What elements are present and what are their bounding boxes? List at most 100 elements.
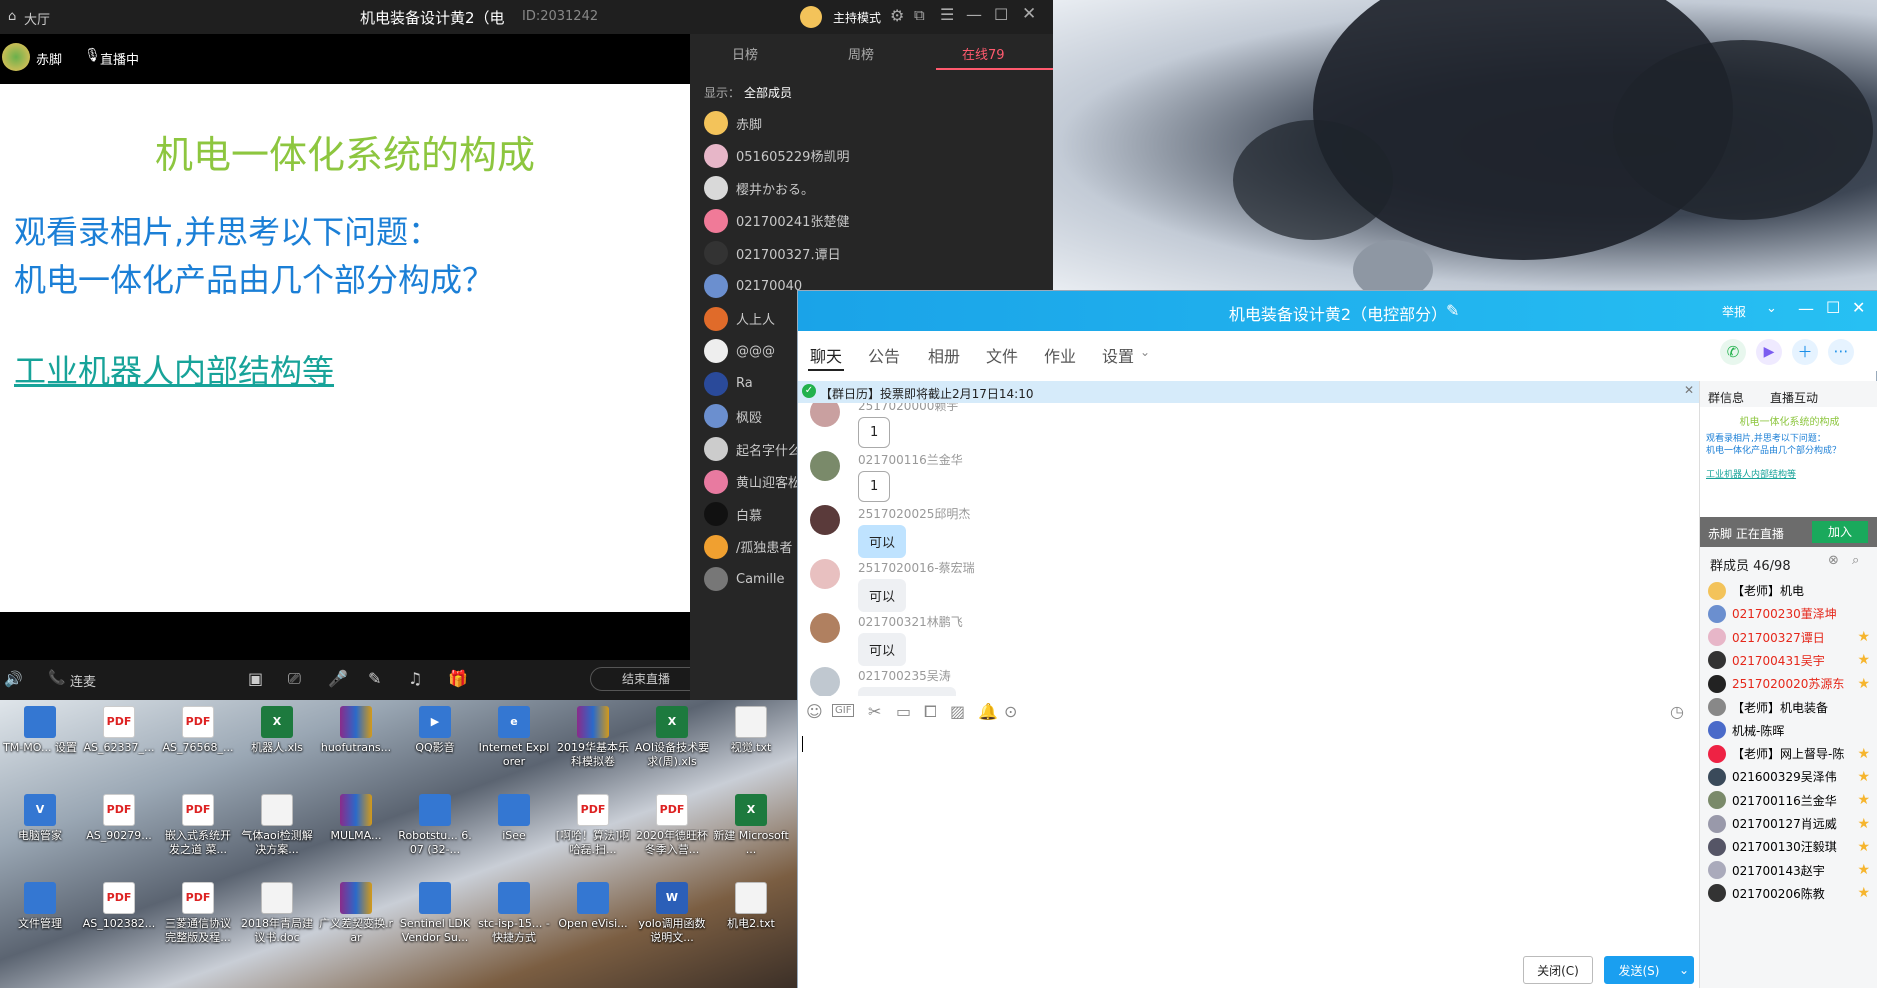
group-member-item[interactable]: 021600329吴泽伟 ★ <box>1708 765 1874 788</box>
image-icon[interactable]: ▨ <box>950 702 965 721</box>
minimize-icon[interactable]: — <box>1798 299 1814 318</box>
desktop-icon[interactable]: e Internet Explorer <box>476 702 552 782</box>
group-member-item[interactable]: 021700431吴宇 ★ <box>1708 649 1874 672</box>
maximize-icon[interactable]: ☐ <box>994 5 1008 24</box>
popout-icon[interactable]: ⧉ <box>914 6 925 24</box>
member-filter-icon[interactable]: ⊗ <box>1828 553 1839 568</box>
desktop-icon[interactable]: Sentinel LDK Vendor Su... <box>397 878 473 958</box>
desktop-icon[interactable]: 广义差契变换.rar <box>318 878 394 958</box>
message-bubble[interactable]: 1 <box>858 417 891 448</box>
desktop-icon[interactable]: stc-isp-15... - 快捷方式 <box>476 878 552 958</box>
group-member-item[interactable]: 021700327谭日 ★ <box>1708 626 1874 649</box>
history-icon[interactable]: ◷ <box>1670 702 1684 721</box>
search-icon[interactable]: ⌕ <box>1852 553 1859 568</box>
report-link[interactable]: 举报 <box>1722 303 1746 320</box>
screen-share-icon[interactable]: ⎚ <box>288 669 301 689</box>
avatar[interactable] <box>810 505 840 535</box>
sender-name[interactable]: 2517020000赖宇 <box>858 403 958 414</box>
group-member-item[interactable]: 021700230董泽坤 <box>1708 602 1874 625</box>
group-member-item[interactable]: 021700206陈教 ★ <box>1708 882 1874 905</box>
sender-name[interactable]: 2517020025邱明杰 <box>858 505 970 522</box>
desktop-icon[interactable]: 气体aoi检测解决方案... <box>239 790 315 870</box>
desktop-icon[interactable]: V 电脑管家 <box>2 790 78 870</box>
tab-live-interaction[interactable]: 直播互动 <box>1770 389 1818 406</box>
sender-name[interactable]: 021700321林鹏飞 <box>858 613 963 630</box>
minimize-icon[interactable]: — <box>966 5 982 24</box>
desktop-icon[interactable]: PDF 三菱通信协议完整版及程... <box>160 878 236 958</box>
desktop-icon[interactable]: 视觉.txt <box>713 702 789 782</box>
host-mode[interactable]: 主持模式 <box>833 9 881 26</box>
dropdown-icon[interactable]: ⌄ <box>1766 301 1777 316</box>
desktop-icon[interactable]: TM-MO... 设置 <box>2 702 78 782</box>
desktop-icon[interactable]: PDF AS_90279... <box>81 790 157 870</box>
desktop-icon[interactable]: MULMA... <box>318 790 394 870</box>
message-bubble[interactable]: 可以 <box>858 525 907 558</box>
desktop-icon[interactable]: X AOI设备技术要求(周).xls <box>634 702 710 782</box>
close-icon[interactable]: ✕ <box>1852 298 1865 317</box>
tab-daily[interactable]: 日榜 <box>732 44 758 63</box>
desktop-icon[interactable]: X 新建 Microsoft ... <box>713 790 789 870</box>
tab-files[interactable]: 文件 <box>986 343 1018 367</box>
online-member-item[interactable]: 人上人 <box>704 304 775 334</box>
group-member-item[interactable]: 021700130汪毅琪 ★ <box>1708 835 1874 858</box>
desktop-icon[interactable]: 文件管理 <box>2 878 78 958</box>
whiteboard-icon[interactable]: ✎ <box>368 669 381 688</box>
close-button[interactable]: 关闭(C) <box>1523 956 1593 984</box>
desktop-icon[interactable]: Open eVisi... <box>555 878 631 958</box>
gift-icon[interactable]: 🎁 <box>448 669 468 688</box>
tab-album[interactable]: 相册 <box>928 343 960 367</box>
sender-name[interactable]: 021700116兰金华 <box>858 451 963 468</box>
message-bubble[interactable]: 可以 <box>858 579 907 612</box>
group-member-item[interactable]: 【老师】网上督导-陈 ★ <box>1708 742 1874 765</box>
online-member-item[interactable]: 起名字什么 <box>704 434 801 464</box>
online-member-item[interactable]: Ra <box>704 369 753 399</box>
gif-icon[interactable]: GIF <box>832 704 855 717</box>
group-member-item[interactable]: 021700116兰金华 ★ <box>1708 789 1874 812</box>
online-member-item[interactable]: 02170040 <box>704 271 802 301</box>
tab-group-info[interactable]: 群信息 <box>1708 389 1744 406</box>
desktop-icon[interactable]: iSee <box>476 790 552 870</box>
desktop-icon[interactable]: 2019华基本乐科模拟卷 <box>555 702 631 782</box>
folder-icon[interactable]: ▭ <box>896 702 911 721</box>
online-member-item[interactable]: Camille <box>704 564 785 594</box>
more-tools-icon[interactable]: ⊙ <box>1004 702 1017 721</box>
group-member-item[interactable]: 【老师】机电装备 <box>1708 696 1874 719</box>
settings-icon[interactable]: ⚙ <box>890 6 904 25</box>
online-member-item[interactable]: /孤独患者 <box>704 532 792 562</box>
online-member-item[interactable]: @@@ <box>704 336 775 366</box>
tab-chat[interactable]: 聊天 <box>810 343 842 367</box>
join-live-button[interactable]: 加入 <box>1812 521 1868 543</box>
avatar[interactable] <box>810 667 840 696</box>
avatar[interactable] <box>810 403 840 427</box>
live-preview[interactable]: 机电一体化系统的构成 观看录相片,并思考以下问题： 机电一体化产品由几个部分构成… <box>1700 407 1877 517</box>
group-member-item[interactable]: 021700127肖远威 ★ <box>1708 812 1874 835</box>
group-member-item[interactable]: 机械-陈晖 <box>1708 719 1874 742</box>
tab-homework[interactable]: 作业 <box>1044 343 1076 367</box>
calendar-notice[interactable]: ✓ 【群日历】投票即将截止2月17日14:10 ✕ <box>798 381 1699 403</box>
voice-call-icon[interactable]: ✆ <box>1720 339 1746 365</box>
phone-icon[interactable]: 📞 <box>48 670 65 686</box>
message-bubble[interactable]: 可以看到PPT <box>858 687 956 696</box>
tab-settings[interactable]: 设置 <box>1102 343 1134 367</box>
edit-title-icon[interactable]: ✎ <box>1446 301 1459 320</box>
desktop-icon[interactable]: PDF 嵌入式系统开发之道 菜... <box>160 790 236 870</box>
hall-link[interactable]: 大厅 <box>24 9 50 28</box>
screenshot-icon[interactable]: ⧠ <box>924 702 937 722</box>
tab-online[interactable]: 在线79 <box>962 44 1005 63</box>
camera-off-icon[interactable]: ▣ <box>248 669 263 688</box>
online-member-item[interactable]: 白慕 <box>704 499 762 529</box>
bell-icon[interactable]: 🔔 <box>978 702 998 721</box>
emoji-icon[interactable]: ☺ <box>806 702 823 721</box>
desktop-icon[interactable]: X 机器人.xls <box>239 702 315 782</box>
desktop-icon[interactable]: PDF AS_102382... <box>81 878 157 958</box>
desktop-icon[interactable]: PDF 2020年德旺杯冬季入营... <box>634 790 710 870</box>
close-icon[interactable]: ✕ <box>1022 4 1036 24</box>
online-member-item[interactable]: 赤脚 <box>704 108 762 138</box>
online-member-item[interactable]: 021700327.谭日 <box>704 238 841 268</box>
desktop-icon[interactable]: Robotstu... 6.07 (32-... <box>397 790 473 870</box>
desktop-icon[interactable]: ▶ QQ影音 <box>397 702 473 782</box>
sender-name[interactable]: 021700235吴涛 <box>858 667 951 684</box>
send-button[interactable]: 发送(S) <box>1604 956 1674 984</box>
desktop-icon[interactable]: 2018年青局建议书.doc <box>239 878 315 958</box>
desktop-icon[interactable]: PDF AS_62337_... <box>81 702 157 782</box>
